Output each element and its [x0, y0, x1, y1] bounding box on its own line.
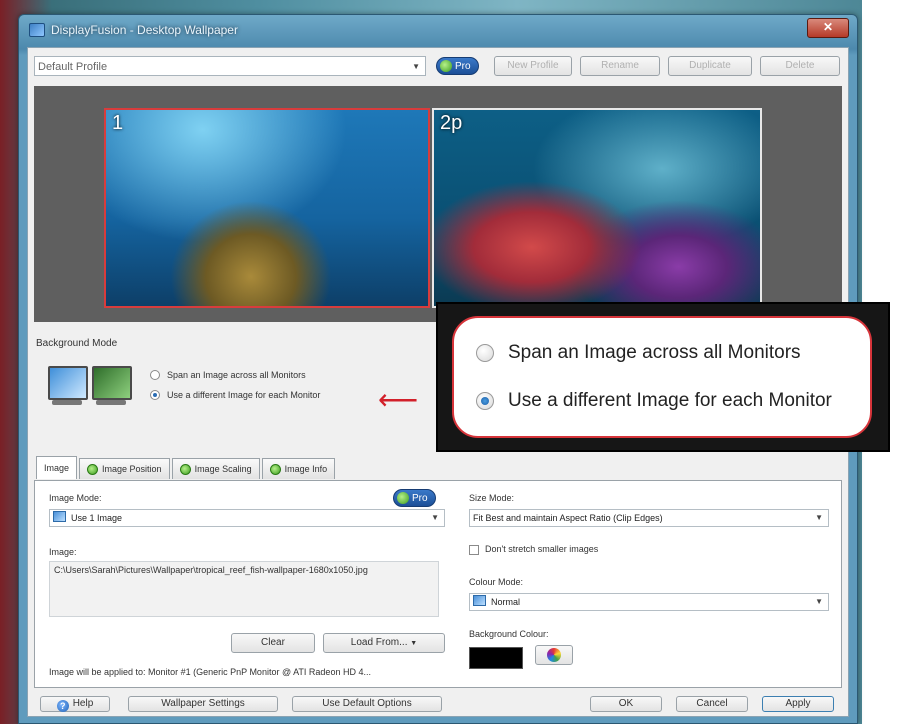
arrow-left-icon: ⟵ [378, 384, 419, 415]
radio-button[interactable] [150, 370, 160, 380]
help-button[interactable]: ? Help [40, 696, 110, 712]
background-colour-label: Background Colour: [469, 629, 549, 639]
callout-radio-span[interactable]: Span an Image across all Monitors [476, 342, 801, 364]
colour-mode-dropdown[interactable]: Normal ▼ [469, 593, 829, 611]
size-mode-label: Size Mode: [469, 493, 515, 503]
image-tab-panel: Image Mode: Pro Use 1 Image ▼ Image: C:\… [34, 480, 842, 688]
monitor-2-preview[interactable]: 2p [432, 108, 762, 308]
monitor-stand [52, 400, 82, 405]
colour-mode-value: Normal [491, 597, 521, 607]
pro-badge[interactable]: Pro [393, 489, 436, 507]
app-icon [29, 23, 45, 37]
radio-different-image[interactable]: Use a different Image for each Monitor [150, 390, 320, 400]
colour-mode-icon [473, 595, 486, 606]
tab-label: Image Info [284, 464, 328, 474]
monitor-1-preview[interactable]: 1 [104, 108, 430, 308]
monitor-2-label: 2p [440, 112, 463, 134]
tab-image-position[interactable]: Image Position [79, 458, 170, 479]
radio-label: Span an Image across all Monitors [167, 370, 306, 380]
image-mode-value: Use 1 Image [71, 513, 123, 523]
apply-button[interactable]: Apply [762, 696, 834, 712]
image-path-value: C:\Users\Sarah\Pictures\Wallpaper\tropic… [54, 565, 368, 575]
chevron-down-icon: ▼ [815, 597, 823, 606]
duplicate-button[interactable]: Duplicate [668, 56, 752, 76]
monitor-stand [96, 400, 126, 405]
radio-button-selected[interactable] [476, 392, 494, 410]
chevron-down-icon: ▼ [431, 513, 439, 522]
tab-label: Image [44, 463, 70, 473]
settings-tabs: Image Image Position Image Scaling Image… [36, 456, 337, 480]
tab-label: Image Scaling [194, 464, 252, 474]
pro-icon [269, 463, 281, 475]
callout-radio-label: Span an Image across all Monitors [508, 342, 801, 363]
image-path-field[interactable]: C:\Users\Sarah\Pictures\Wallpaper\tropic… [49, 561, 439, 617]
cancel-button[interactable]: Cancel [676, 696, 748, 712]
monitor-span-icon [48, 366, 88, 400]
dont-stretch-checkbox[interactable] [469, 545, 479, 555]
wallpaper-settings-button[interactable]: Wallpaper Settings [128, 696, 278, 712]
tab-image-scaling[interactable]: Image Scaling [171, 458, 260, 479]
background-colour-swatch[interactable] [469, 647, 523, 669]
background-mode-title: Background Mode [36, 338, 118, 349]
window-title: DisplayFusion - Desktop Wallpaper [51, 23, 238, 37]
dont-stretch-label: Don't stretch smaller images [485, 544, 599, 554]
colour-wheel-icon [547, 648, 561, 662]
pro-badge[interactable]: Pro [436, 57, 479, 75]
colour-mode-label: Colour Mode: [469, 577, 524, 587]
profile-dropdown[interactable]: Default Profile ▼ [34, 56, 426, 76]
image-mode-label: Image Mode: [49, 493, 102, 503]
load-from-button[interactable]: Load From... ▼ [323, 633, 445, 653]
radio-span-image[interactable]: Span an Image across all Monitors [150, 370, 306, 380]
tab-image-info[interactable]: Image Info [261, 458, 336, 479]
callout-radio-different[interactable]: Use a different Image for each Monitor [476, 390, 832, 412]
profile-dropdown-value: Default Profile [38, 61, 108, 73]
tab-label: Image Position [102, 464, 162, 474]
help-icon: ? [56, 700, 69, 712]
ok-button[interactable]: OK [590, 696, 662, 712]
chevron-down-icon: ▼ [410, 640, 418, 647]
callout-radio-label: Use a different Image for each Monitor [508, 390, 832, 411]
title-bar[interactable]: DisplayFusion - Desktop Wallpaper ✕ [19, 15, 857, 45]
size-mode-value: Fit Best and maintain Aspect Ratio (Clip… [473, 513, 663, 523]
image-label: Image: [49, 547, 77, 557]
delete-button[interactable]: Delete [760, 56, 840, 76]
profile-row: Default Profile ▼ Pro New Profile Rename… [34, 56, 842, 78]
tab-image[interactable]: Image [36, 456, 78, 479]
pro-icon [87, 463, 99, 475]
applied-to-text: Image will be applied to: Monitor #1 (Ge… [49, 667, 371, 677]
radio-button[interactable] [476, 344, 494, 362]
clear-button[interactable]: Clear [231, 633, 315, 653]
pro-icon [179, 463, 191, 475]
size-mode-dropdown[interactable]: Fit Best and maintain Aspect Ratio (Clip… [469, 509, 829, 527]
close-button[interactable]: ✕ [807, 18, 849, 38]
radio-label: Use a different Image for each Monitor [167, 390, 321, 400]
new-profile-button[interactable]: New Profile [494, 56, 572, 76]
use-default-options-button[interactable]: Use Default Options [292, 696, 442, 712]
monitor-different-icon [92, 366, 132, 400]
zoom-callout: Span an Image across all Monitors Use a … [436, 302, 890, 452]
image-icon [53, 511, 66, 522]
pro-label: Pro [412, 492, 428, 504]
chevron-down-icon: ▼ [815, 513, 823, 522]
pro-label: Pro [455, 60, 471, 72]
rename-button[interactable]: Rename [580, 56, 660, 76]
radio-button-selected[interactable] [150, 390, 160, 400]
image-mode-dropdown[interactable]: Use 1 Image ▼ [49, 509, 445, 527]
monitor-1-label: 1 [112, 112, 124, 134]
load-from-label: Load From... [350, 637, 408, 648]
help-label: Help [72, 698, 94, 709]
pro-icon [397, 492, 409, 504]
pro-icon [440, 60, 452, 72]
chevron-down-icon: ▼ [412, 62, 420, 71]
monitor-preview: 1 2p [34, 86, 842, 322]
callout-highlight: Span an Image across all Monitors Use a … [452, 316, 872, 438]
colour-picker-button[interactable] [535, 645, 573, 665]
